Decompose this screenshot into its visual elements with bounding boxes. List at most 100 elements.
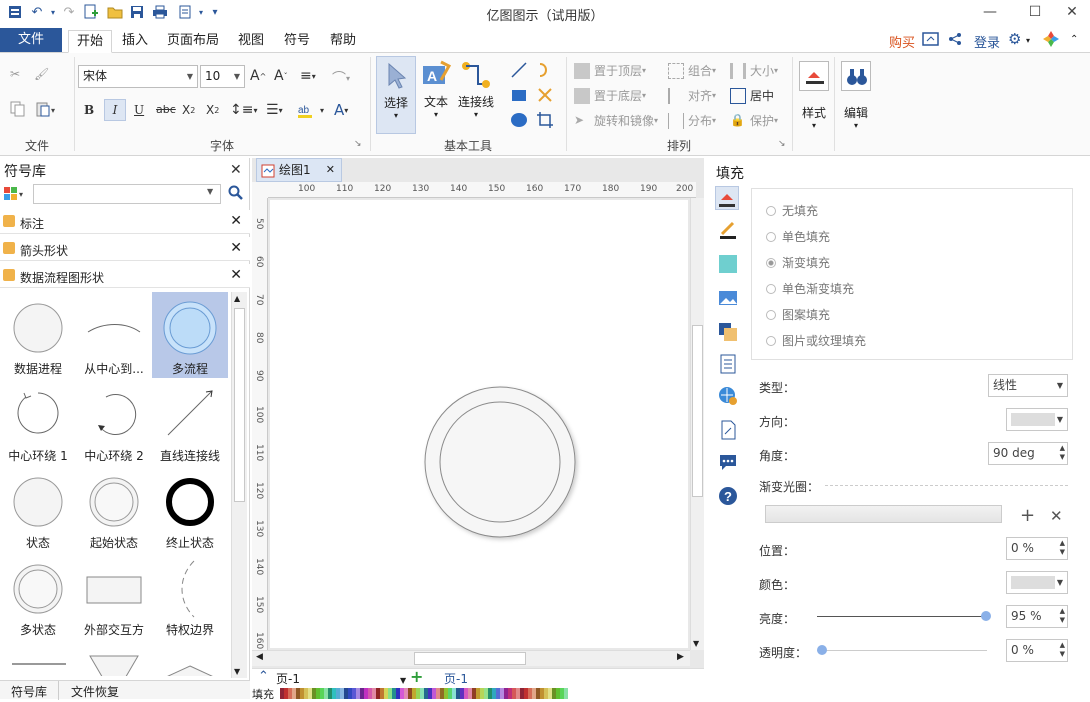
minimize-icon[interactable]: —	[970, 0, 1010, 26]
page-tab[interactable]: 页-1	[444, 670, 468, 687]
rectangle-tool-icon[interactable]	[510, 86, 528, 104]
text-curve-icon[interactable]: ⌒ ▾	[332, 68, 350, 88]
close-category-icon[interactable]: ✕	[230, 267, 242, 283]
library-category[interactable]: 标注 ✕	[0, 210, 250, 234]
share-screen-icon[interactable]	[922, 31, 940, 51]
connector-tool-button[interactable]: 连接线 ▾	[456, 56, 496, 134]
canvas-hscroll-thumb[interactable]	[414, 652, 526, 665]
tab-view[interactable]: 视图	[232, 30, 270, 53]
gradient-type-select[interactable]: 线性 ▼	[988, 374, 1068, 397]
send-to-back-button[interactable]: 置于底层 ▾	[574, 87, 646, 104]
settings-gear-icon[interactable]: ⚙	[1008, 30, 1021, 48]
arrange-dialog-launcher-icon[interactable]: ↘	[778, 139, 786, 149]
library-scrollbar[interactable]: ▲ ▼	[231, 292, 247, 678]
file-menu-tab[interactable]: 文件	[0, 28, 62, 52]
distribute-button[interactable]: 分布 ▾	[668, 112, 716, 129]
hyperlink-globe-icon[interactable]	[718, 386, 738, 406]
fill-option-pattern[interactable]: 图案填充	[766, 306, 830, 323]
font-dialog-launcher-icon[interactable]: ↘	[354, 139, 362, 149]
close-library-icon[interactable]: ✕	[230, 162, 242, 178]
italic-icon[interactable]: I	[104, 99, 126, 121]
select-tool-button[interactable]: 选择 ▾	[376, 56, 416, 134]
theme-icon[interactable]	[1042, 30, 1060, 52]
rotate-mirror-button[interactable]: ➤ 旋转和镜像 ▾	[574, 112, 658, 129]
page-collapse-icon[interactable]: ⌃	[258, 669, 269, 684]
shadow-icon[interactable]	[718, 254, 738, 274]
font-name-select[interactable]: 宋体 ▼	[78, 65, 198, 88]
close-window-icon[interactable]: ✕	[1052, 0, 1090, 26]
spinner-icon[interactable]: ▲ ▼	[1060, 607, 1065, 625]
palette-swatches[interactable]	[280, 688, 568, 699]
strikethrough-icon[interactable]: abc	[156, 103, 176, 116]
shape-center-loop-1[interactable]: 中心环绕 1	[0, 379, 76, 465]
canvas-horizontal-scrollbar[interactable]: ◀ ▶	[252, 650, 690, 666]
bold-icon[interactable]: B	[84, 103, 94, 117]
gradient-stops-bar[interactable]	[765, 505, 1002, 523]
scroll-up-icon[interactable]: ▲	[234, 294, 240, 303]
fill-option-picture[interactable]: 图片或纹理填充	[766, 332, 866, 349]
fill-option-solid[interactable]: 单色填充	[766, 228, 830, 245]
scroll-down-icon[interactable]: ▼	[693, 639, 699, 648]
canvas-vertical-scrollbar[interactable]: ▼	[690, 198, 704, 650]
shape-privilege-boundary[interactable]: 特权边界	[152, 553, 228, 639]
color-select[interactable]: ▼	[1006, 571, 1068, 594]
text-tool-button[interactable]: A 文本 ▾	[418, 56, 454, 134]
scroll-right-icon[interactable]: ▶	[677, 652, 684, 662]
share-icon[interactable]	[948, 32, 962, 50]
help-icon[interactable]: ?	[718, 486, 738, 506]
login-link[interactable]: 登录	[974, 32, 1000, 51]
angle-input[interactable]: 90 deg ▲ ▼	[988, 442, 1068, 465]
paste-icon[interactable]: ▾	[36, 101, 58, 117]
fill-paint-icon[interactable]	[715, 186, 739, 210]
font-size-select[interactable]: 10 ▼	[200, 65, 245, 88]
fill-option-none[interactable]: 无填充	[766, 202, 818, 219]
tab-symbol[interactable]: 符号	[278, 30, 316, 53]
center-button[interactable]: 居中	[730, 87, 774, 104]
document-tab[interactable]: 绘图1 ✕	[256, 158, 342, 182]
drawing-page[interactable]	[270, 200, 688, 648]
remove-stop-icon[interactable]: ✕	[1050, 507, 1063, 525]
layer-icon[interactable]	[718, 322, 738, 342]
close-document-icon[interactable]: ✕	[326, 159, 335, 181]
underline-icon[interactable]: U	[134, 103, 144, 117]
format-painter-icon[interactable]: 🖌	[34, 67, 49, 81]
close-category-icon[interactable]: ✕	[230, 213, 242, 229]
grow-font-icon[interactable]: A ^	[250, 68, 266, 84]
subscript-icon[interactable]: X2	[182, 103, 195, 117]
edit-button[interactable]: 编辑 ▾	[838, 56, 874, 148]
shape-external-interactor[interactable]: 外部交互方	[76, 553, 152, 639]
image-icon[interactable]	[718, 288, 738, 308]
copy-icon[interactable]	[10, 101, 26, 117]
shrink-font-icon[interactable]: Aˇ	[274, 68, 288, 84]
tab-symbol-library[interactable]: 符号库	[11, 683, 47, 700]
page-selector[interactable]: 页-1 ▼	[276, 670, 406, 687]
library-category[interactable]: 箭头形状 ✕	[0, 237, 250, 261]
add-page-icon[interactable]: +	[410, 667, 423, 686]
tab-home[interactable]: 开始	[68, 30, 112, 53]
superscript-icon[interactable]: X2	[206, 103, 219, 117]
add-stop-icon[interactable]: +	[1020, 505, 1035, 526]
font-color-icon[interactable]: A ▾	[334, 101, 348, 119]
bring-to-front-button[interactable]: 置于顶层 ▾	[574, 62, 646, 79]
position-input[interactable]: 0 % ▲ ▼	[1006, 537, 1068, 560]
shape-start-state[interactable]: 起始状态	[76, 466, 152, 552]
size-button[interactable]: 大小 ▾	[730, 62, 778, 79]
shape-partial[interactable]	[152, 640, 228, 680]
crop-tool-icon[interactable]	[536, 111, 554, 129]
shape-center-loop-2[interactable]: 中心环绕 2	[76, 379, 152, 465]
align-text-icon[interactable]: ≡ ▾	[300, 68, 316, 84]
tab-page-layout[interactable]: 页面布局	[162, 30, 224, 53]
comment-icon[interactable]	[718, 452, 738, 472]
tab-file-recovery[interactable]: 文件恢复	[71, 683, 119, 700]
tab-help[interactable]: 帮助	[324, 30, 362, 53]
combine-button[interactable]: 组合 ▾	[668, 62, 716, 79]
protect-button[interactable]: 🔒 保护 ▾	[730, 112, 778, 129]
align-button[interactable]: 对齐 ▾	[668, 87, 716, 104]
transparency-slider-handle[interactable]	[817, 645, 827, 655]
connection-point-icon[interactable]	[536, 86, 554, 104]
multi-process-shape[interactable]	[270, 200, 688, 648]
fill-option-mono-gradient[interactable]: 单色渐变填充	[766, 280, 854, 297]
line-pen-icon[interactable]	[718, 220, 738, 240]
arc-tool-icon[interactable]	[536, 61, 554, 79]
line-spacing-icon[interactable]: ↕≡ ▾	[230, 102, 257, 118]
